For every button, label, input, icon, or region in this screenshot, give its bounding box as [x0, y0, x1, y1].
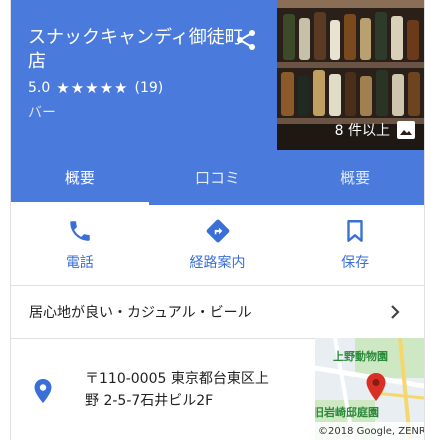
rating-row: 5.0 ★★★★★ (19): [28, 79, 163, 97]
share-icon[interactable]: [234, 28, 258, 52]
rating-value: 5.0: [28, 80, 51, 96]
directions-button[interactable]: 経路案内: [149, 205, 287, 285]
location-pin-icon: [34, 379, 52, 403]
call-label: 電話: [65, 255, 94, 271]
review-count[interactable]: (19): [135, 80, 164, 96]
tab-bar: 概要 口コミ 概要: [11, 150, 424, 205]
rating-stars: ★★★★★: [56, 79, 129, 97]
address-line-1: 〒110-0005 東京都台東区上: [85, 371, 269, 387]
map-thumbnail[interactable]: 上野動物園 旧岩崎邸庭園 ©2018 Google, ZENRIN: [315, 338, 424, 440]
photo-count[interactable]: 8 件以上: [335, 120, 416, 140]
tab-about[interactable]: 概要: [286, 150, 424, 205]
address-line-2: 野 2-5-7石井ビル2F: [85, 393, 214, 409]
bookmark-icon: [347, 220, 363, 242]
save-button[interactable]: 保存: [286, 205, 424, 285]
map-label-zoo: 上野動物園: [333, 350, 388, 363]
place-photo[interactable]: 8 件以上: [277, 0, 424, 150]
directions-icon: [206, 219, 229, 243]
place-card: スナックキャンディ御徒町店 5.0 ★★★★★ (19) バー 8 件以上 概要…: [10, 0, 425, 440]
place-name: スナックキャンディ御徒町店: [28, 27, 243, 72]
directions-label: 経路案内: [189, 255, 246, 271]
phone-icon: [70, 221, 90, 241]
gallery-icon: [397, 121, 415, 139]
tab-overview[interactable]: 概要: [11, 150, 149, 205]
photo-count-label: 8 件以上: [334, 123, 390, 139]
map-label-garden: 旧岩崎邸庭園: [315, 406, 379, 419]
save-label: 保存: [341, 255, 370, 271]
summary-row[interactable]: 居心地が良い・カジュアル・ビール: [11, 286, 424, 339]
summary-text: 居心地が良い・カジュアル・ビール: [29, 305, 252, 321]
tab-reviews[interactable]: 口コミ: [149, 150, 287, 205]
address-text: 〒110-0005 東京都台東区上 野 2-5-7石井ビル2F: [85, 368, 305, 412]
map-attribution: ©2018 Google, ZENRIN: [315, 422, 424, 440]
call-button[interactable]: 電話: [11, 205, 149, 285]
place-category: バー: [28, 105, 56, 121]
map-marker-icon: [366, 373, 386, 401]
place-header: スナックキャンディ御徒町店 5.0 ★★★★★ (19) バー 8 件以上: [11, 0, 424, 150]
address-row[interactable]: 〒110-0005 東京都台東区上 野 2-5-7石井ビル2F 上野動物園 旧岩…: [11, 338, 424, 440]
action-row: 電話 経路案内 保存: [11, 205, 424, 286]
chevron-right-icon: [391, 305, 400, 319]
